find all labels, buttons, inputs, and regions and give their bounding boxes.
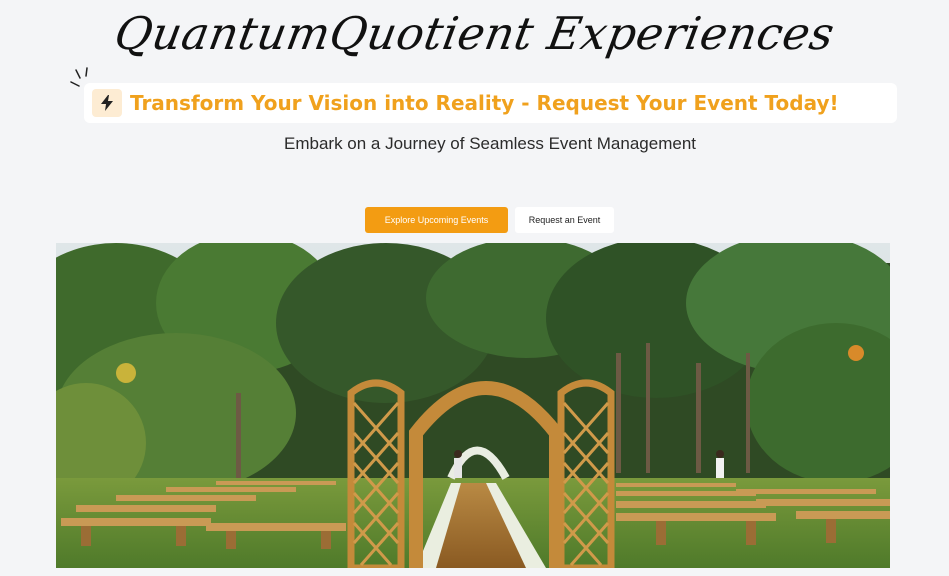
request-event-button[interactable]: Request an Event [515, 207, 614, 233]
brand-logo-text: QuantumQuotient Experiences [110, 7, 839, 60]
hero-subtitle: Embark on a Journey of Seamless Event Ma… [284, 134, 696, 153]
explore-events-button[interactable]: Explore Upcoming Events [365, 207, 508, 233]
announcement-banner: Transform Your Vision into Reality - Req… [84, 83, 897, 123]
landing-page: QuantumQuotient Experiences Transform Yo… [0, 0, 949, 576]
lightning-bolt-icon [92, 89, 122, 117]
hero-image [56, 243, 890, 568]
banner-headline: Transform Your Vision into Reality - Req… [130, 91, 839, 115]
